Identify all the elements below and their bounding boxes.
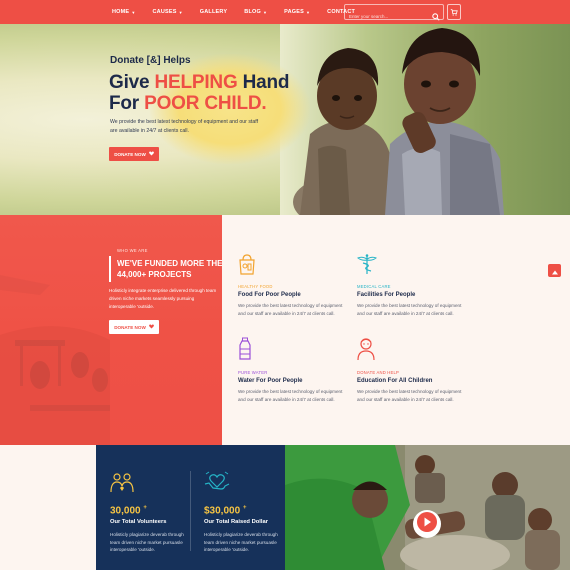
stat-number-value: 30,000 [110, 505, 141, 517]
search-box [344, 4, 444, 24]
heart-icon [148, 324, 154, 330]
child-icon [357, 338, 375, 365]
stat-number-suffix: + [143, 505, 147, 511]
donation-heart-icon [204, 471, 230, 498]
button-label: DONATE NOW [114, 324, 146, 330]
nav-item-home[interactable]: HOME ▼ [112, 9, 135, 15]
stat-number: $30,000 + [204, 505, 286, 516]
nav-item-blog[interactable]: BLOG ▼ [244, 9, 267, 15]
service-kicker: DONATE AND HELP [357, 370, 400, 375]
nav-item-label: HOME [112, 9, 130, 15]
who-accent-line [109, 256, 111, 282]
hero-title-text: Give [109, 72, 155, 93]
scroll-to-top-button[interactable] [548, 264, 561, 277]
cart-button[interactable] [447, 4, 461, 20]
hero-title-highlight: POOR CHILD. [144, 93, 267, 114]
hero-description: We provide the best latest technology of… [110, 119, 259, 134]
service-card: MEDICAL CARE Facilities For People We pr… [357, 253, 467, 318]
food-bag-icon [238, 254, 256, 279]
button-label: DONATE NOW [114, 151, 146, 157]
nav-item-gallery[interactable]: GALLERY [200, 9, 227, 15]
stat-title: Our Total Volunteers [110, 519, 167, 526]
caret-down-icon: ▼ [131, 9, 136, 15]
caret-down-icon: ▼ [306, 9, 311, 15]
who-description: Holisticly integrate enterprise delivere… [109, 288, 217, 309]
volunteers-icon [110, 473, 134, 498]
bottom-left-spacer [0, 445, 96, 570]
stat-card: $30,000 + Our Total Raised Dollar Holist… [204, 470, 286, 554]
service-title[interactable]: Food For Poor People [238, 292, 348, 298]
heart-icon [148, 151, 154, 157]
nav-item-label: PAGES [284, 9, 304, 15]
nav-menu: HOME ▼ CAUSES ▼ GALLERY BLOG ▼ PAGES ▼ CONTACT [112, 0, 372, 24]
stat-number-value: $30,000 [204, 505, 241, 517]
hero-donate-button[interactable]: DONATE NOW [109, 147, 159, 161]
nav-item-label: CAUSES [152, 9, 177, 15]
top-nav: HOME ▼ CAUSES ▼ GALLERY BLOG ▼ PAGES ▼ CONTACT [0, 0, 570, 24]
service-card: DONATE AND HELP Education For All Childr… [357, 337, 467, 404]
who-heading: WE'VE FUNDED MORE THEN 44,000+ PROJECTS [117, 258, 228, 280]
service-description: We provide the best latest technology of… [357, 303, 462, 316]
services-section [222, 215, 570, 445]
play-icon [413, 508, 441, 541]
service-description: We provide the best latest technology of… [238, 303, 343, 316]
service-kicker: PURE WATER [238, 370, 268, 375]
caduceus-icon [357, 254, 377, 279]
hero-children-image [293, 28, 504, 215]
who-heading-line: WE'VE FUNDED MORE THEN [117, 259, 229, 268]
service-title[interactable]: Facilities For People [357, 292, 467, 298]
service-description: We provide the best latest technology of… [238, 389, 343, 402]
water-bottle-icon [238, 337, 252, 365]
nav-item-label: GALLERY [199, 9, 228, 15]
hero-title-highlight: HELPING [154, 72, 238, 93]
stat-description: Holisticly plagiarize deverab through te… [110, 532, 184, 553]
service-description: We provide the best latest technology of… [357, 389, 462, 402]
stat-number-suffix: + [242, 505, 247, 511]
hero-title-text: Hand [237, 72, 290, 93]
stat-title: Our Total Raised Dollar [204, 519, 268, 526]
service-card: HEALTHY FOOD Food For Poor People We pro… [238, 253, 348, 318]
who-kicker: WHO WE ARE [117, 248, 148, 253]
stat-card: 30,000 + Our Total Volunteers Holisticly… [110, 470, 192, 554]
who-heading-line: 44,000+ PROJECTS [117, 270, 192, 279]
hero-title-text: For [109, 93, 145, 114]
service-card: PURE WATER Water For Poor People We prov… [238, 337, 348, 404]
stat-number: 30,000 + [110, 505, 192, 516]
nav-item-label: BLOG [244, 9, 261, 15]
search-input[interactable] [345, 9, 431, 24]
caret-down-icon: ▼ [178, 9, 183, 15]
service-title[interactable]: Education For All Children [357, 378, 467, 384]
video-play-button[interactable] [413, 510, 441, 538]
chevron-up-icon [551, 262, 558, 280]
service-kicker: HEALTHY FOOD [238, 284, 273, 289]
hero-subtitle: Donate [&] Helps [110, 55, 191, 66]
service-kicker: MEDICAL CARE [357, 284, 391, 289]
nav-item-causes[interactable]: CAUSES ▼ [152, 9, 182, 15]
service-title[interactable]: Water For Poor People [238, 378, 348, 384]
hero-title: Give HELPING Hand For POOR CHILD. [109, 72, 290, 114]
who-donate-button[interactable]: DONATE NOW [109, 320, 159, 334]
cart-icon [450, 3, 458, 21]
stat-description: Holisticly plagiarize deverab through te… [204, 532, 278, 553]
caret-down-icon: ▼ [262, 9, 268, 15]
nav-item-pages[interactable]: PAGES ▼ [284, 9, 310, 15]
